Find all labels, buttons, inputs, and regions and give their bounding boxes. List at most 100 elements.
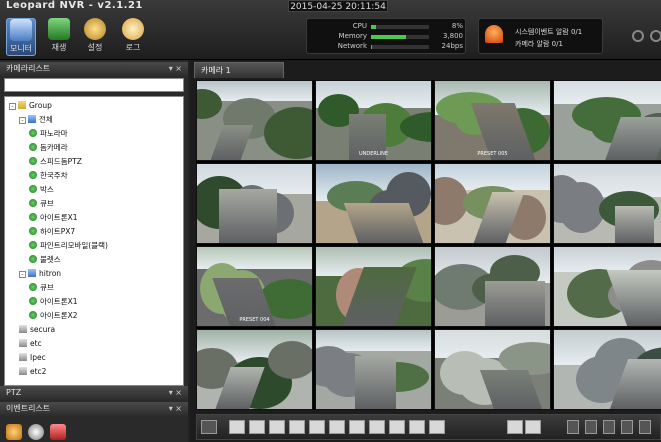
power-icon[interactable] — [650, 30, 661, 42]
layout-5x5-button[interactable] — [369, 420, 385, 434]
event-clock-icon[interactable] — [28, 424, 44, 440]
scene-road — [210, 125, 254, 160]
playback-label: 재생 — [51, 43, 67, 52]
camera-tile[interactable] — [434, 246, 551, 327]
settings-button[interactable]: 설정 — [80, 18, 110, 56]
expand-toggle-icon[interactable]: - — [9, 103, 16, 110]
camera-label: PRESET 005 — [477, 151, 508, 157]
camera-tile[interactable] — [315, 163, 432, 244]
camera-icon — [29, 157, 37, 165]
tree-node[interactable]: - 전체 — [19, 114, 53, 126]
tree-node[interactable]: 큐브 — [29, 282, 54, 294]
layout-4x4-button[interactable] — [269, 420, 285, 434]
camera-tile[interactable]: UNDERLINE — [315, 80, 432, 161]
layout-1p9-button[interactable] — [329, 420, 345, 434]
camera-tile[interactable]: PRESET 004 — [196, 246, 313, 327]
tree-node-label: etc2 — [30, 367, 47, 376]
tree-node[interactable]: 불렛스 — [29, 254, 61, 266]
camera-tile[interactable] — [553, 246, 661, 327]
tree-node-label: 큐브 — [40, 199, 54, 208]
expand-toggle-icon[interactable]: - — [19, 117, 26, 124]
playback-button[interactable]: 재생 — [44, 18, 74, 56]
event-list-header[interactable]: 이벤트리스트 ▾ × — [0, 402, 188, 416]
tree-node[interactable]: 스피드돔PTZ — [29, 156, 82, 168]
event-alarm-icon[interactable] — [6, 424, 22, 440]
layout-8x8-button[interactable] — [409, 420, 425, 434]
event-panel-controls[interactable]: ▾ × — [169, 402, 182, 416]
camera-tile[interactable] — [553, 329, 661, 410]
camera-tile[interactable] — [315, 246, 432, 327]
scene-road — [485, 281, 545, 326]
tree-node[interactable]: secura — [19, 324, 55, 336]
camera-tree: - Group - 전체 파노라마 돔카메라 스피드돔PTZ 한국주차 박스 큐브 아이트론X1 하이… — [4, 96, 184, 386]
tree-node[interactable]: 파노라마 — [29, 128, 68, 140]
zoom-icon[interactable] — [567, 420, 579, 434]
gear-icon[interactable] — [632, 30, 644, 42]
tree-node[interactable]: 아이트론X2 — [29, 310, 78, 322]
folder-icon — [18, 101, 26, 109]
panel-controls[interactable]: ▾ × — [169, 62, 182, 76]
monitor-label: 모니터 — [9, 44, 33, 53]
tree-node[interactable]: 하이트PX7 — [29, 226, 75, 238]
camera-tile[interactable] — [196, 163, 313, 244]
tab-camera-view[interactable]: 카메라 1 — [194, 62, 284, 78]
camera-icon — [29, 213, 37, 221]
camera-icon — [29, 129, 37, 137]
tree-node[interactable]: - hitron — [19, 268, 61, 280]
tree-node[interactable]: 박스 — [29, 184, 54, 196]
volume-icon[interactable] — [603, 420, 615, 434]
app-title: Leopard NVR - v2.1.21 — [6, 0, 143, 11]
tree-node-label: 한국주차 — [40, 171, 68, 180]
server-icon — [19, 325, 27, 333]
tree-node[interactable]: 돔카메라 — [29, 142, 68, 154]
server-icon — [28, 269, 36, 277]
camera-tile[interactable] — [434, 163, 551, 244]
layout-6x6-button[interactable] — [389, 420, 405, 434]
layout-1p5-button[interactable] — [289, 420, 305, 434]
memory-bar-fill — [371, 35, 406, 39]
scene-road — [219, 189, 277, 243]
next-page-icon[interactable] — [525, 420, 541, 434]
layout-1x1-button[interactable] — [201, 420, 217, 434]
tree-node[interactable]: Ipec — [19, 352, 46, 364]
layout-2x2-button[interactable] — [229, 420, 245, 434]
alarm-panel[interactable]: 시스템이벤트 알람 0/1 카메라 알람 0/1 — [478, 18, 603, 54]
tree-node[interactable]: 파인트리모바일(블랙) — [29, 240, 108, 252]
log-button[interactable]: 로그 — [118, 18, 148, 56]
layout-3x3-button[interactable] — [249, 420, 265, 434]
pin-icon[interactable] — [585, 420, 597, 434]
camera-tile[interactable]: PRESET 005 — [434, 80, 551, 161]
record-icon[interactable] — [621, 420, 633, 434]
tree-node[interactable]: etc — [19, 338, 42, 350]
layout-1p12-button[interactable] — [349, 420, 365, 434]
layout-1p7-button[interactable] — [309, 420, 325, 434]
camera-tile[interactable] — [196, 80, 313, 161]
tree-node-label: 전체 — [39, 115, 53, 124]
fullscreen-icon[interactable] — [639, 420, 651, 434]
event-list-icon[interactable] — [50, 424, 66, 440]
camera-tile[interactable] — [196, 329, 313, 410]
layout-custom-button[interactable] — [429, 420, 445, 434]
monitor-button[interactable]: 모니터 — [6, 18, 36, 56]
event-toolbar — [6, 422, 76, 442]
tree-node[interactable]: 큐브 — [29, 198, 54, 210]
tree-node[interactable]: 한국주차 — [29, 170, 68, 182]
camera-tile[interactable] — [553, 163, 661, 244]
event-list-title: 이벤트리스트 — [6, 404, 51, 413]
ptz-panel-controls[interactable]: ▾ × — [169, 386, 182, 400]
tree-node[interactable]: - Group — [9, 100, 52, 112]
siren-icon — [485, 25, 503, 43]
ptz-header[interactable]: PTZ ▾ × — [0, 386, 188, 400]
tree-node[interactable]: etc2 — [19, 366, 46, 378]
expand-toggle-icon[interactable]: - — [19, 271, 26, 278]
system-alarm-text: 시스템이벤트 알람 0/1 — [515, 28, 583, 36]
tree-node[interactable]: 아이트론X1 — [29, 296, 78, 308]
camera-tile[interactable] — [553, 80, 661, 161]
tree-node[interactable]: 아이트론X1 — [29, 212, 78, 224]
cpu-stat: CPU 8% — [311, 22, 463, 32]
camera-tile[interactable] — [434, 329, 551, 410]
camera-search-input[interactable] — [4, 78, 184, 92]
camera-icon — [29, 311, 37, 319]
camera-tile[interactable] — [315, 329, 432, 410]
prev-page-icon[interactable] — [507, 420, 523, 434]
